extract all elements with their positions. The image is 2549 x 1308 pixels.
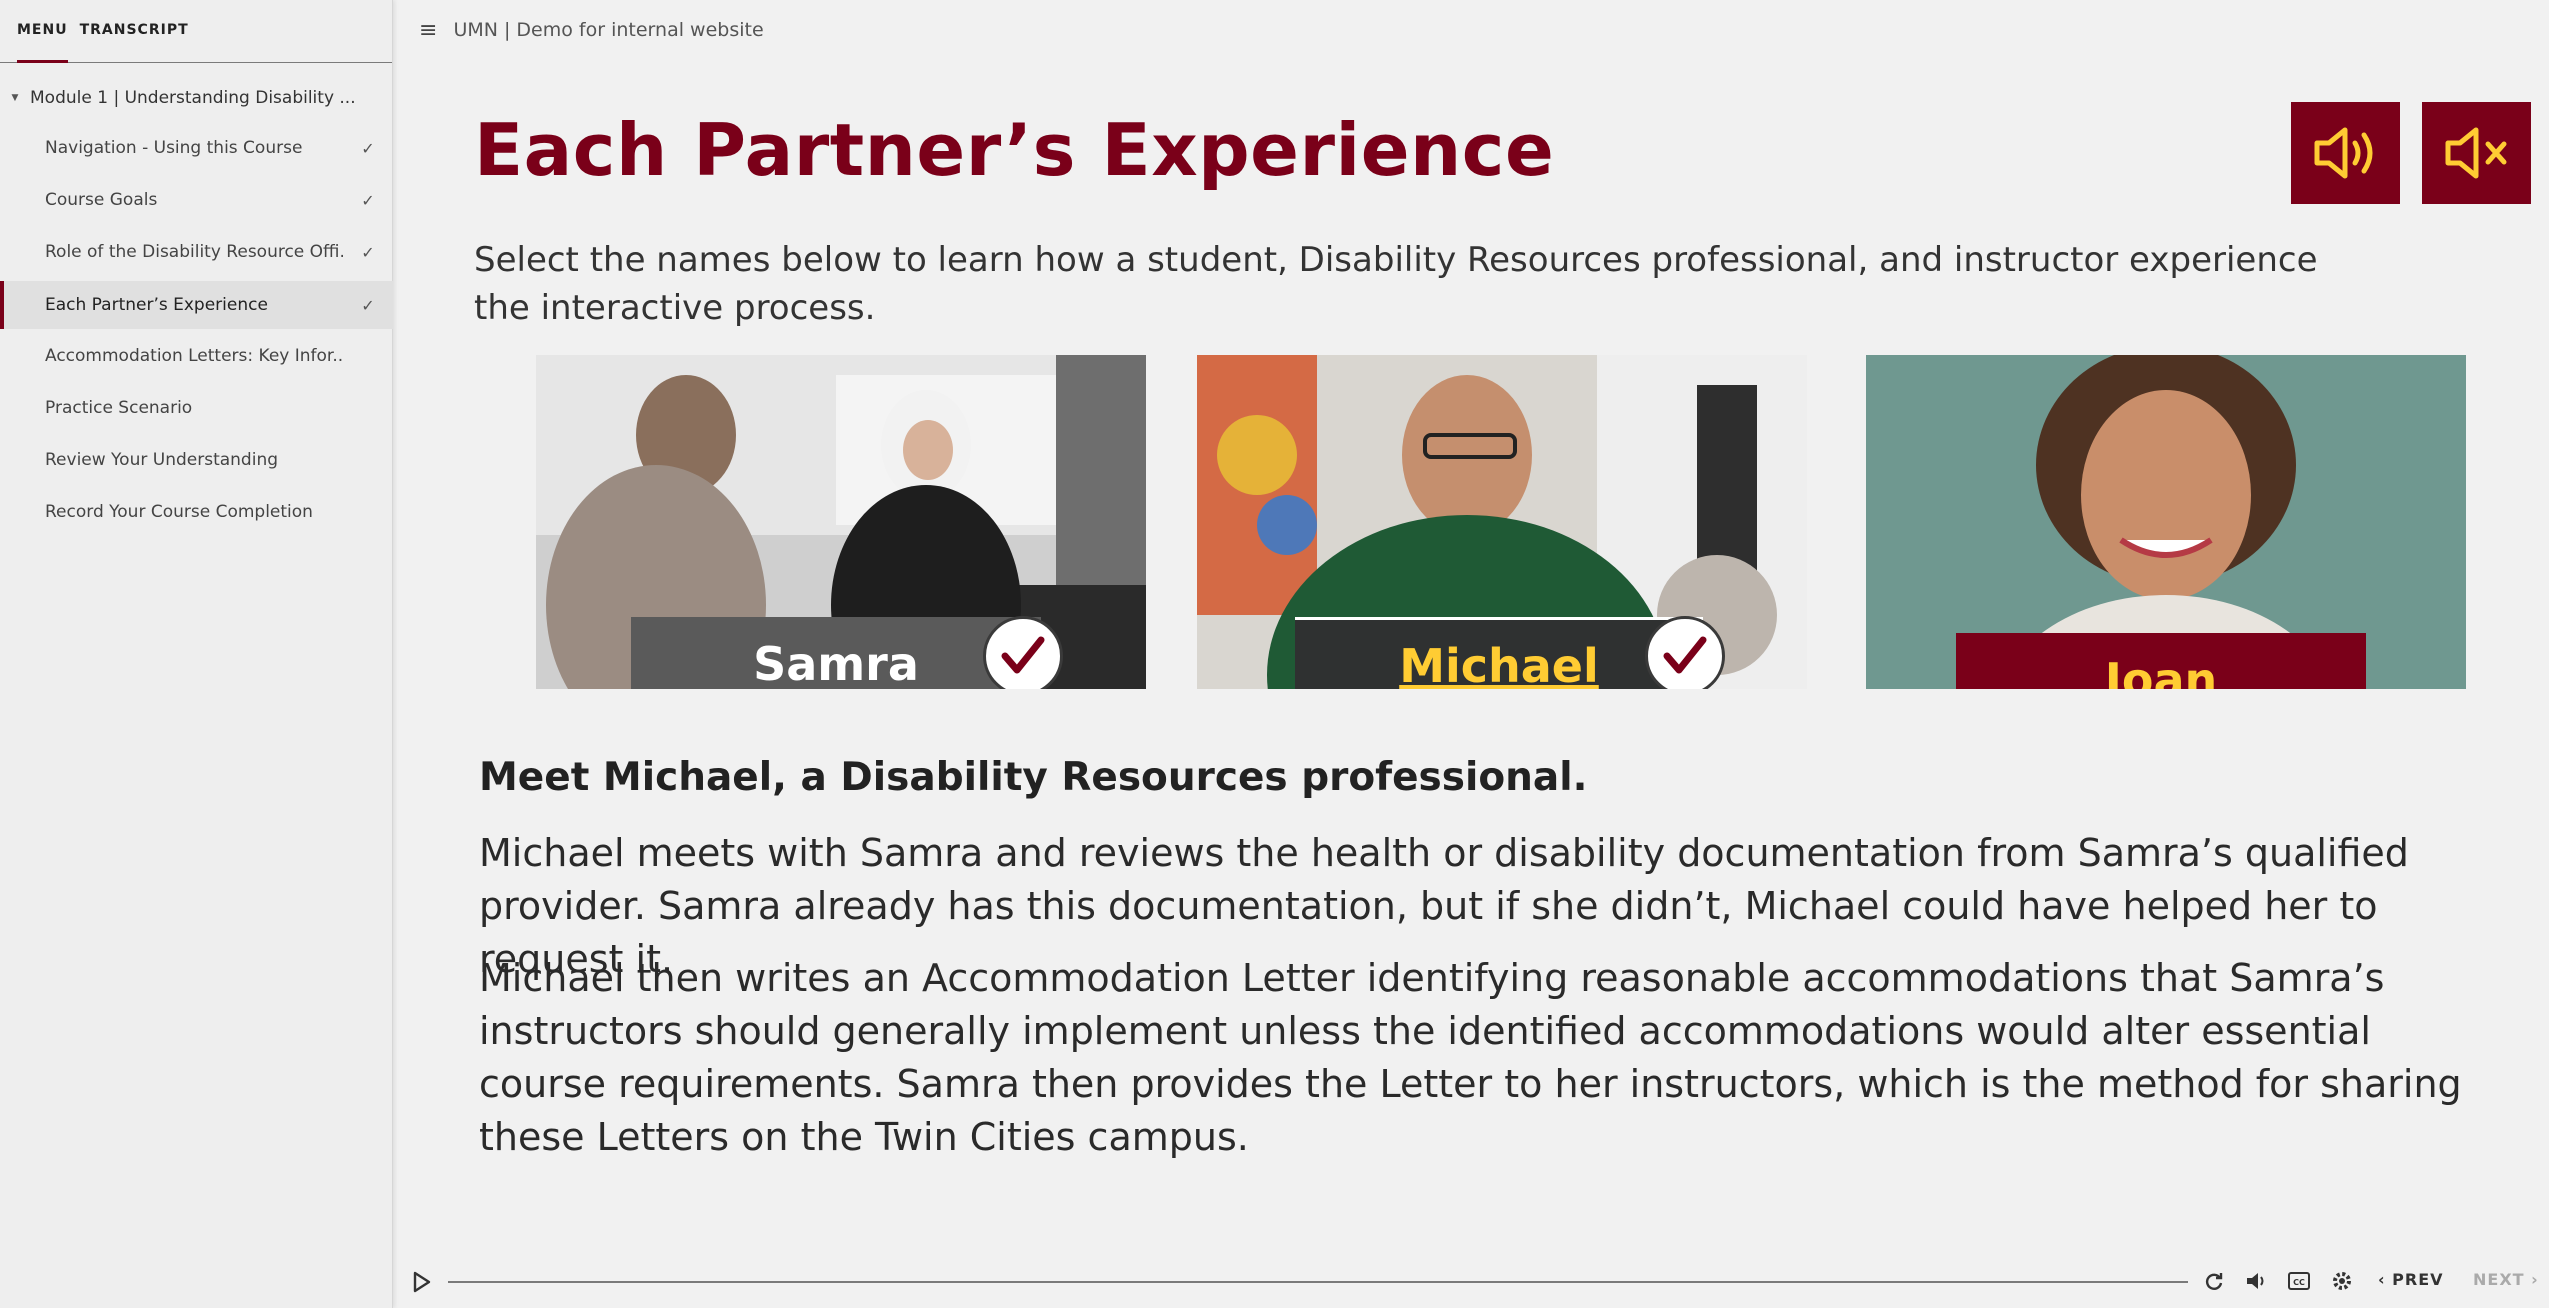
top-bar: ≡ UMN | Demo for internal website <box>393 0 2549 60</box>
sidebar-item-practice-scenario[interactable]: Practice Scenario <box>0 389 393 427</box>
sidebar-item-label: Navigation - Using this Course <box>45 138 303 158</box>
caret-down-icon: ▼ <box>11 93 19 103</box>
intro-text: Select the names below to learn how a st… <box>474 240 2318 328</box>
sidebar-item-label: Record Your Course Completion <box>45 502 313 522</box>
sidebar-item-label: Review Your Understanding <box>45 450 279 470</box>
audio-on-icon <box>2314 127 2372 179</box>
visited-badge <box>983 616 1063 689</box>
audio-mute-button[interactable] <box>2422 102 2531 204</box>
sidebar-item-record-completion[interactable]: Record Your Course Completion <box>0 493 393 531</box>
joan-card[interactable]: Joan <box>1866 355 2466 689</box>
check-icon: ✓ <box>361 138 375 158</box>
slide-title: Each Partner’s Experience <box>474 108 1555 192</box>
sidebar-item-label: Accommodation Letters: Key Infor... <box>45 346 343 366</box>
module-header[interactable]: ▼ Module 1 | Understanding Disability ..… <box>0 84 393 112</box>
paragraph-2: Michael then writes an Accommodation Let… <box>479 956 2462 1159</box>
settings-icon[interactable] <box>2331 1270 2353 1292</box>
sidebar-item-accommodation-letters[interactable]: Accommodation Letters: Key Infor... <box>0 337 393 375</box>
sidebar-item-navigation[interactable]: Navigation - Using this Course ✓ <box>0 129 393 167</box>
sidebar-item-role[interactable]: Role of the Disability Resource Offi... … <box>0 233 393 271</box>
check-icon: ✓ <box>361 190 375 210</box>
progress-track[interactable] <box>448 1281 2188 1283</box>
player-bar: CC ‹ PREV NEXT › <box>393 1262 2549 1302</box>
samra-card[interactable]: Samra <box>536 355 1146 689</box>
michael-name-button[interactable]: Michael <box>1295 617 1703 689</box>
captions-icon[interactable]: CC <box>2287 1270 2311 1292</box>
audio-mute-icon <box>2445 127 2506 179</box>
sidebar-item-course-goals[interactable]: Course Goals ✓ <box>0 181 393 219</box>
tab-menu[interactable]: MENU <box>17 22 68 63</box>
play-icon[interactable] <box>413 1271 431 1293</box>
module-title: Module 1 | Understanding Disability ... <box>30 88 356 108</box>
sidebar-tabs: MENU TRANSCRIPT <box>0 0 392 63</box>
sidebar-item-label: Practice Scenario <box>45 398 193 418</box>
joan-name-button[interactable]: Joan <box>1956 633 2366 689</box>
replay-icon[interactable] <box>2203 1270 2225 1292</box>
check-icon <box>1001 636 1045 674</box>
sidebar-item-label: Role of the Disability Resource Offi... <box>45 242 343 262</box>
hamburger-icon[interactable]: ≡ <box>419 18 437 43</box>
sidebar-item-review[interactable]: Review Your Understanding <box>0 441 393 479</box>
sidebar-item-label: Course Goals <box>45 190 158 210</box>
check-icon: ✓ <box>361 295 375 315</box>
volume-icon[interactable] <box>2245 1270 2267 1292</box>
visited-badge <box>1645 616 1725 689</box>
chevron-right-icon: › <box>2524 1270 2539 1289</box>
sidebar-item-partner-experience[interactable]: Each Partner’s Experience ✓ <box>0 281 393 329</box>
chevron-left-icon: ‹ <box>2378 1270 2393 1289</box>
next-button[interactable]: NEXT › <box>2473 1270 2539 1289</box>
tab-transcript[interactable]: TRANSCRIPT <box>80 22 189 62</box>
check-icon <box>1663 636 1707 674</box>
check-icon: ✓ <box>361 242 375 262</box>
audio-on-button[interactable] <box>2291 102 2400 204</box>
sidebar: MENU TRANSCRIPT ▼ Module 1 | Understandi… <box>0 0 393 1308</box>
prev-button[interactable]: ‹ PREV <box>2378 1270 2444 1289</box>
course-title: UMN | Demo for internal website <box>453 19 764 41</box>
section-heading: Meet Michael, a Disability Resources pro… <box>479 755 1588 800</box>
michael-card[interactable]: Michael <box>1197 355 1807 689</box>
sidebar-item-label: Each Partner’s Experience <box>45 295 268 315</box>
samra-name-button[interactable]: Samra <box>631 617 1041 689</box>
svg-text:CC: CC <box>2293 1278 2305 1287</box>
